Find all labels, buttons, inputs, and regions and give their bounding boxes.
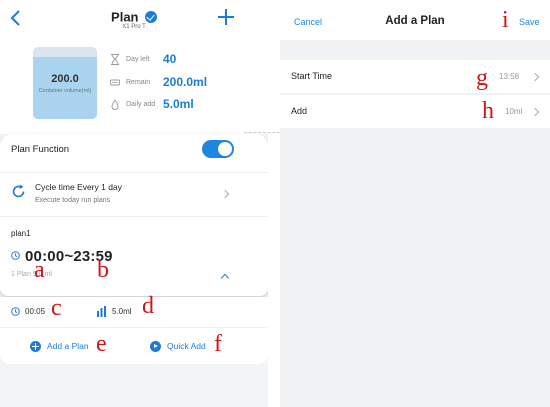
cycle-time-row[interactable]: Cycle time Every 1 day Execute today run… bbox=[0, 172, 268, 217]
plan-screen: Plan X1 Pro T 200.0 Container volume(ml)… bbox=[0, 0, 268, 407]
annotation-h: h bbox=[482, 98, 494, 124]
add-plus-icon[interactable] bbox=[218, 9, 234, 25]
plan-function-toggle[interactable] bbox=[202, 140, 234, 158]
add-amount-label: Add bbox=[291, 106, 308, 116]
play-circle-icon bbox=[150, 341, 161, 352]
stat-value: 5.0ml bbox=[163, 97, 194, 111]
chevron-right-icon bbox=[530, 107, 540, 117]
plan-function-label: Plan Function bbox=[11, 144, 70, 155]
clock-icon bbox=[11, 251, 20, 260]
cycle-time-title: Cycle time Every 1 day bbox=[35, 182, 122, 192]
save-button[interactable]: Save bbox=[519, 17, 540, 27]
entry-time: 00:05 bbox=[25, 307, 46, 316]
plan-name: plan1 bbox=[11, 229, 31, 238]
stat-day-left: Day left 40 bbox=[110, 52, 260, 68]
entry-amount: 5.0ml bbox=[112, 307, 132, 316]
verified-check-icon bbox=[144, 10, 157, 23]
annotation-c: c bbox=[51, 295, 62, 321]
plan-summary: 1 Plan 5.0 ml bbox=[11, 271, 52, 278]
stat-label: Remain bbox=[126, 79, 151, 86]
stat-label: Daily add bbox=[126, 101, 156, 108]
start-time-value: 13:58 bbox=[499, 72, 520, 81]
annotation-a: a bbox=[34, 257, 45, 283]
add-circle-icon bbox=[30, 341, 41, 352]
tank-volume-value: 200.0 bbox=[51, 73, 79, 85]
drop-icon bbox=[111, 99, 119, 110]
add-amount-row[interactable]: Add 10ml bbox=[280, 95, 550, 128]
screen-divider bbox=[244, 132, 280, 133]
start-time-row[interactable]: Start Time 13:58 bbox=[280, 60, 550, 93]
tank-icon bbox=[110, 79, 120, 86]
annotation-e: e bbox=[96, 331, 107, 357]
chevron-right-icon bbox=[530, 72, 540, 82]
page-title: Plan bbox=[111, 9, 139, 25]
plan-header: Plan X1 Pro T 200.0 Container volume(ml)… bbox=[0, 0, 268, 134]
stat-value: 40 bbox=[163, 52, 177, 66]
add-a-plan-label: Add a Plan bbox=[47, 341, 89, 351]
container-tank: 200.0 Container volume(ml) bbox=[33, 47, 97, 119]
annotation-g: g bbox=[476, 65, 488, 91]
quick-add-button[interactable]: Quick Add bbox=[150, 340, 220, 354]
add-plan-header: Cancel Add a Plan Save bbox=[280, 0, 550, 40]
clock-icon bbox=[11, 307, 20, 316]
plan-actions: Add a Plan Quick Add bbox=[0, 327, 268, 364]
chevron-right-icon bbox=[220, 189, 230, 199]
add-plan-title: Add a Plan bbox=[385, 15, 445, 27]
collapse-chevron-up-icon[interactable] bbox=[220, 273, 230, 283]
add-amount-value: 10ml bbox=[505, 107, 523, 116]
cycle-time-subtitle: Execute today run plans bbox=[35, 197, 111, 204]
plan-entry-row[interactable]: 00:05 5.0ml bbox=[0, 297, 268, 327]
add-plan-screen: Cancel Add a Plan Save Start Time 13:58 … bbox=[280, 0, 550, 407]
stat-label: Day left bbox=[126, 56, 150, 63]
toggle-knob bbox=[218, 142, 232, 156]
annotation-i: i bbox=[502, 7, 509, 33]
tank-volume-label: Container volume(ml) bbox=[38, 88, 92, 94]
bar-chart-icon bbox=[97, 306, 106, 317]
annotation-b: b bbox=[97, 257, 109, 283]
annotation-f: f bbox=[214, 331, 222, 357]
stat-remain: Remain 200.0ml bbox=[110, 75, 260, 91]
stat-daily-add: Daily add 5.0ml bbox=[110, 97, 260, 113]
quick-add-label: Quick Add bbox=[167, 341, 206, 351]
stat-value: 200.0ml bbox=[163, 75, 208, 89]
cycle-refresh-icon bbox=[12, 184, 25, 198]
annotation-d: d bbox=[142, 293, 154, 319]
hourglass-icon bbox=[111, 54, 119, 65]
start-time-label: Start Time bbox=[291, 71, 333, 81]
